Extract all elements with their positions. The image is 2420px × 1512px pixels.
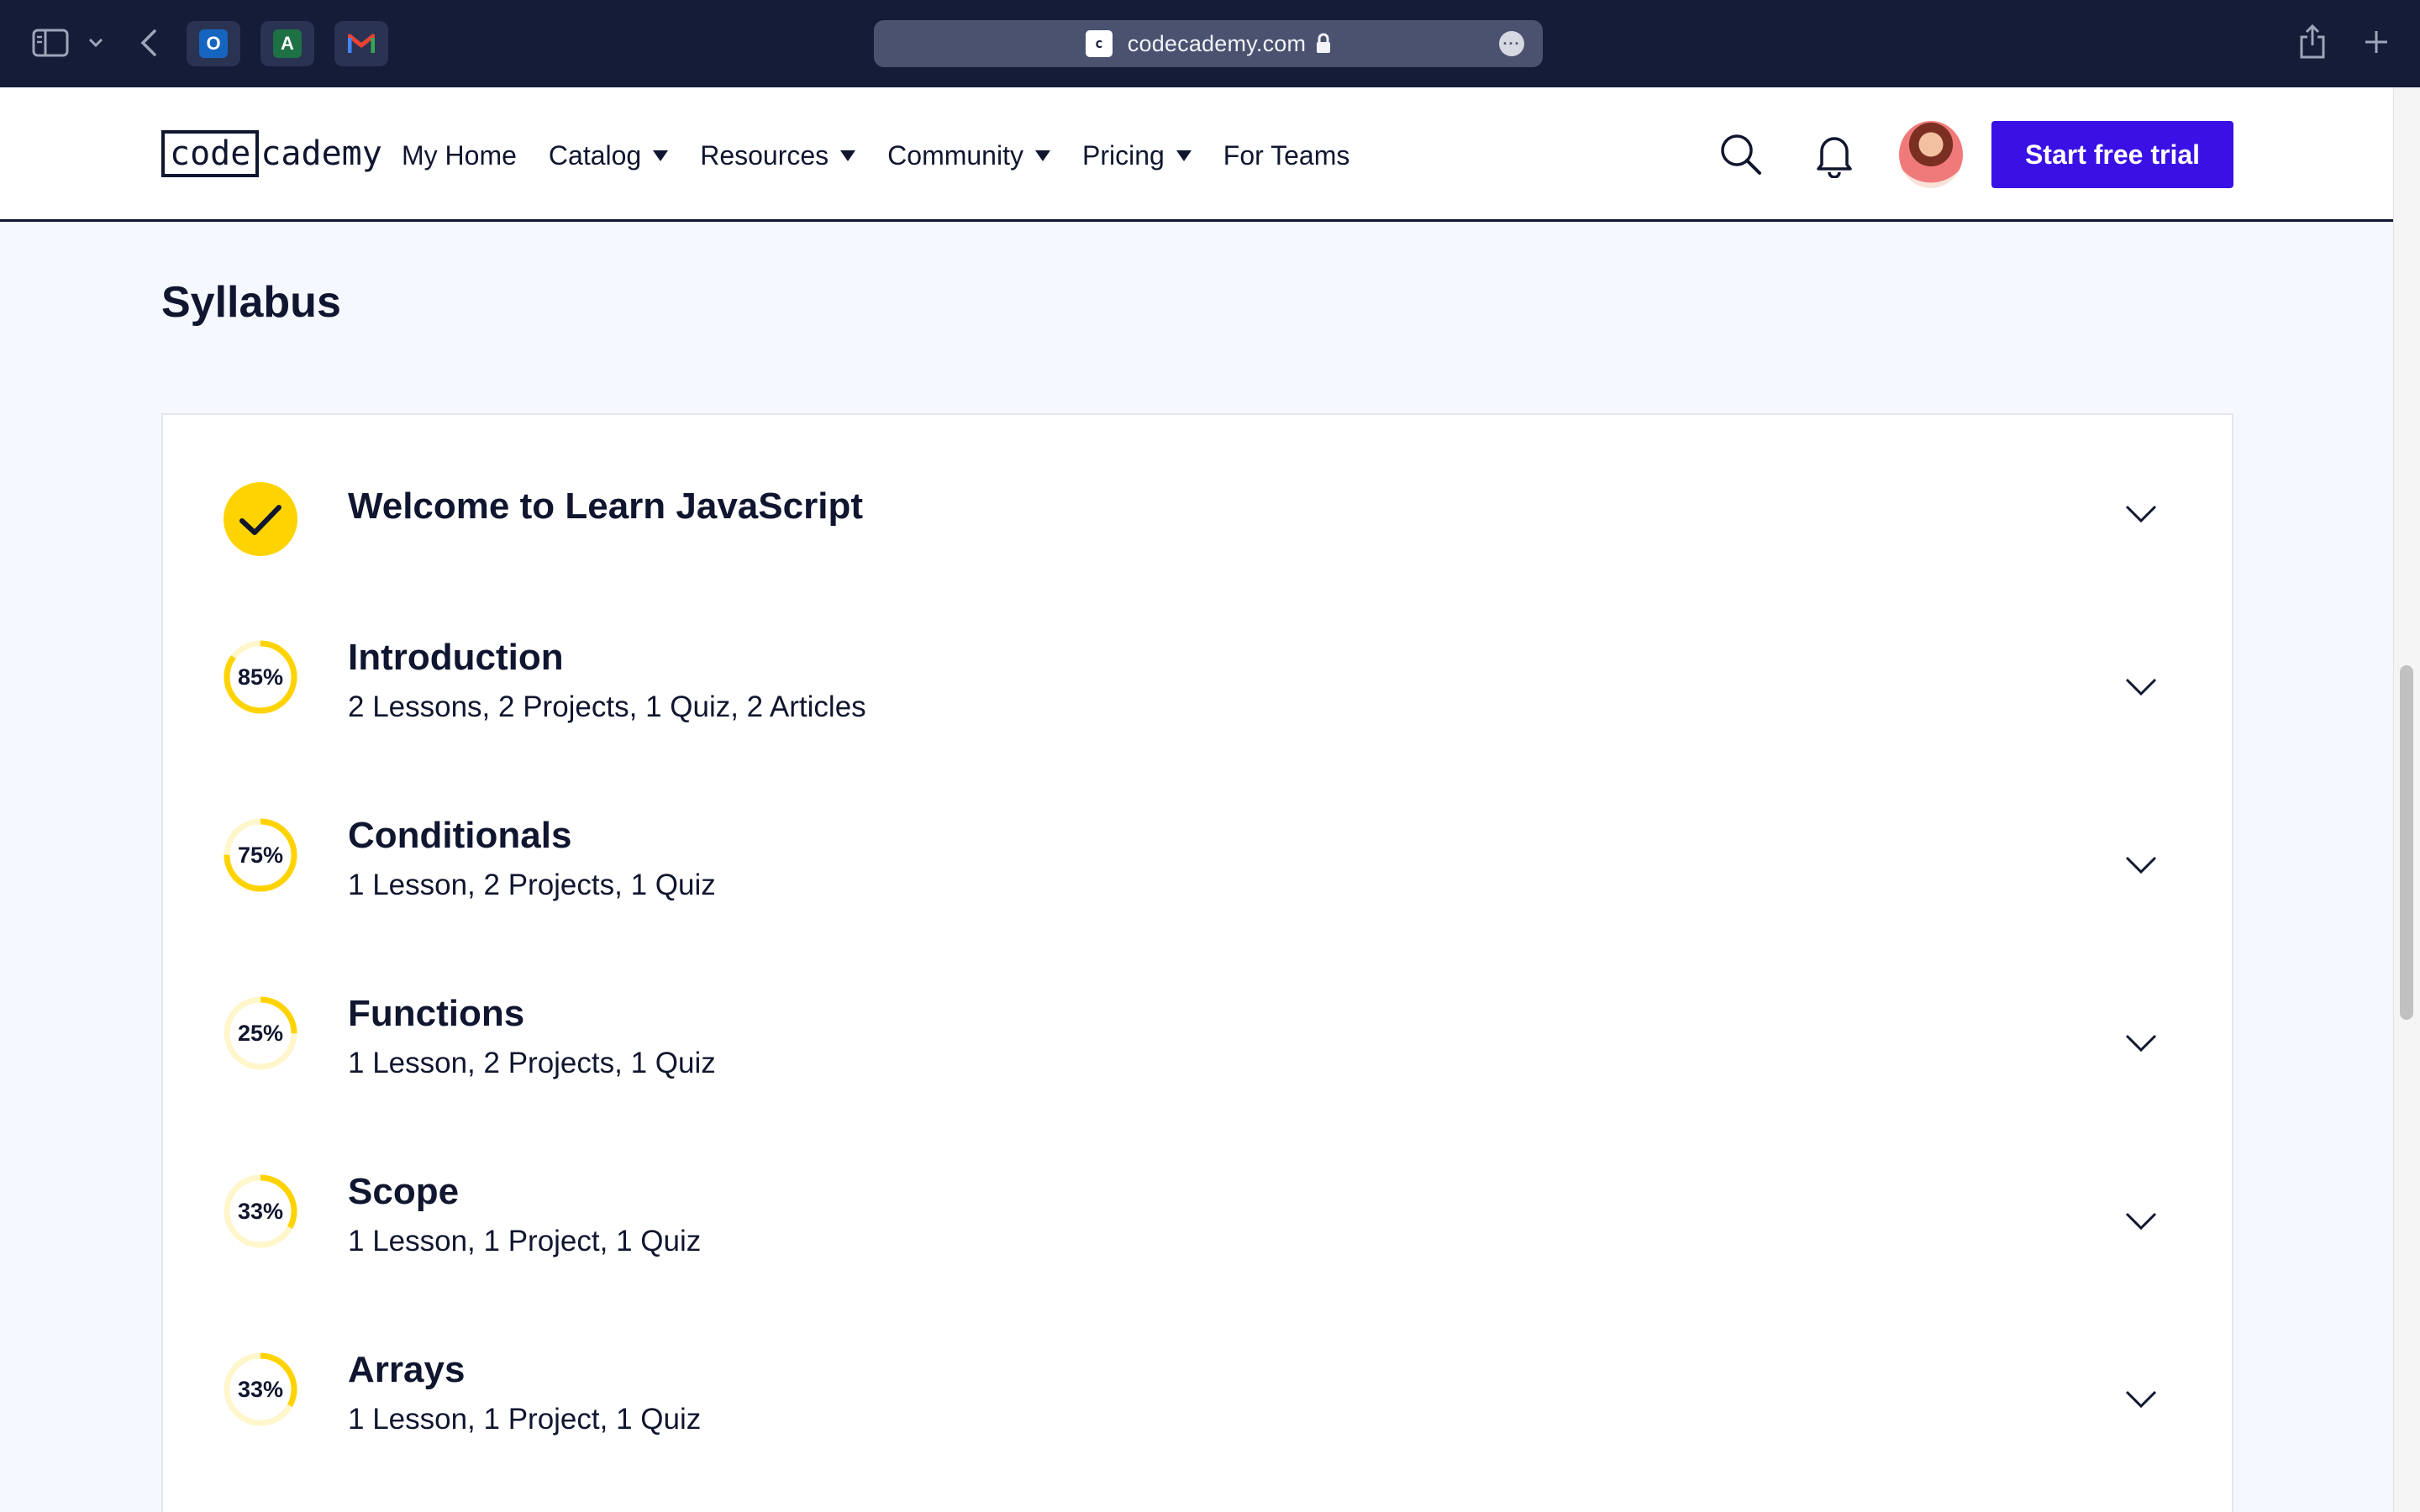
caret-down-icon [840,150,856,161]
more-options-icon[interactable]: ··· [1499,31,1524,56]
nav-label: For Teams [1223,139,1350,171]
module-meta: 1 Lesson, 2 Projects, 1 Quiz [348,869,716,901]
progress-ring: 33% [224,1352,297,1426]
nav-pricing[interactable]: Pricing [1082,140,1192,171]
favorite-gmail[interactable] [334,21,388,66]
page-title: Syllabus [161,278,341,327]
site-header: code cademy My Home Catalog Resources Co… [0,87,2393,222]
module-meta: 2 Lessons, 2 Projects, 1 Quiz, 2 Article… [348,690,866,723]
browser-toolbar: O A c codecademy.com ··· [0,0,2420,87]
check-circle-icon [224,482,297,556]
address-bar[interactable]: c codecademy.com ··· [874,20,1543,67]
main-nav: My Home Catalog Resources Community Pric… [402,134,1381,176]
chevron-down-icon[interactable] [2124,855,2158,875]
nav-label: Resources [700,139,829,171]
scrollbar-thumb[interactable] [2400,665,2413,1020]
logo-rest-part: cademy [260,134,382,173]
favorite-excel[interactable]: A [260,21,314,66]
progress-percent: 33% [237,1198,284,1224]
new-tab-icon[interactable] [2360,25,2393,59]
module-title: Arrays [348,1349,466,1390]
search-icon[interactable] [1719,133,1763,176]
nav-for-teams[interactable]: For Teams [1223,140,1350,171]
nav-resources[interactable]: Resources [700,139,856,171]
progress-ring: 75% [224,818,297,892]
chevron-down-icon[interactable] [86,32,106,54]
nav-community[interactable]: Community [887,140,1050,171]
start-free-trial-button[interactable]: Start free trial [1991,121,2233,188]
caret-down-icon [1034,150,1050,161]
codecademy-logo[interactable]: code cademy [161,129,382,178]
favorite-outlook[interactable]: O [187,21,240,66]
nav-label: My Home [402,139,517,171]
syllabus-card: Welcome to Learn JavaScript 85% Introduc… [161,413,2233,1512]
caret-down-icon [653,150,669,161]
module-title: Introduction [348,637,564,678]
caret-down-icon [1176,150,1192,161]
module-title: Functions [348,993,525,1034]
module-title: Conditionals [348,815,572,856]
progress-ring: 85% [224,640,297,714]
module-row[interactable]: 33% Arrays 1 Lesson, 1 Project, 1 Quiz [163,1305,2232,1483]
progress-percent: 33% [237,1376,284,1402]
nav-catalog[interactable]: Catalog [548,139,669,171]
logo-code-part: code [161,130,260,177]
progress-percent: 75% [237,842,284,868]
sidebar-toggle-icon[interactable] [32,29,69,57]
chevron-down-icon[interactable] [2124,1389,2158,1410]
progress-percent: 25% [237,1020,284,1046]
excel-icon: A [273,29,302,58]
back-icon[interactable] [134,25,163,60]
share-icon[interactable] [2297,22,2328,60]
outlook-icon: O [199,29,228,58]
nav-label: Community [887,139,1023,171]
nav-label: Catalog [548,139,642,171]
progress-ring: 25% [224,996,297,1070]
site-favicon-icon: c [1085,30,1113,57]
progress-percent: 85% [237,664,284,690]
module-row[interactable]: 75% Conditionals 1 Lesson, 2 Projects, 1… [163,771,2232,949]
chevron-down-icon[interactable] [2124,1211,2158,1231]
notification-bell-icon[interactable] [1815,133,1854,179]
module-title: Scope [348,1171,460,1212]
module-row[interactable]: 33% Scope 1 Lesson, 1 Project, 1 Quiz [163,1127,2232,1305]
chevron-down-icon[interactable] [2124,504,2158,524]
module-row[interactable]: 85% Introduction 2 Lessons, 2 Projects, … [163,593,2232,771]
lock-icon [1316,33,1331,55]
nav-label: Pricing [1081,139,1165,171]
nav-my-home[interactable]: My Home [402,140,517,171]
url-text: codecademy.com [1127,30,1307,56]
module-meta: 1 Lesson, 1 Project, 1 Quiz [348,1225,702,1257]
chevron-down-icon[interactable] [2124,1033,2158,1053]
module-row[interactable]: Welcome to Learn JavaScript [163,415,2232,593]
progress-ring: 33% [224,1174,297,1248]
user-avatar[interactable] [1899,121,1963,188]
module-title: Welcome to Learn JavaScript [348,486,863,527]
module-meta: 1 Lesson, 2 Projects, 1 Quiz [348,1047,716,1079]
module-row[interactable]: 25% Functions 1 Lesson, 2 Projects, 1 Qu… [163,949,2232,1127]
module-meta: 1 Lesson, 1 Project, 1 Quiz [348,1403,702,1436]
gmail-icon [347,29,376,58]
chevron-down-icon[interactable] [2124,677,2158,697]
